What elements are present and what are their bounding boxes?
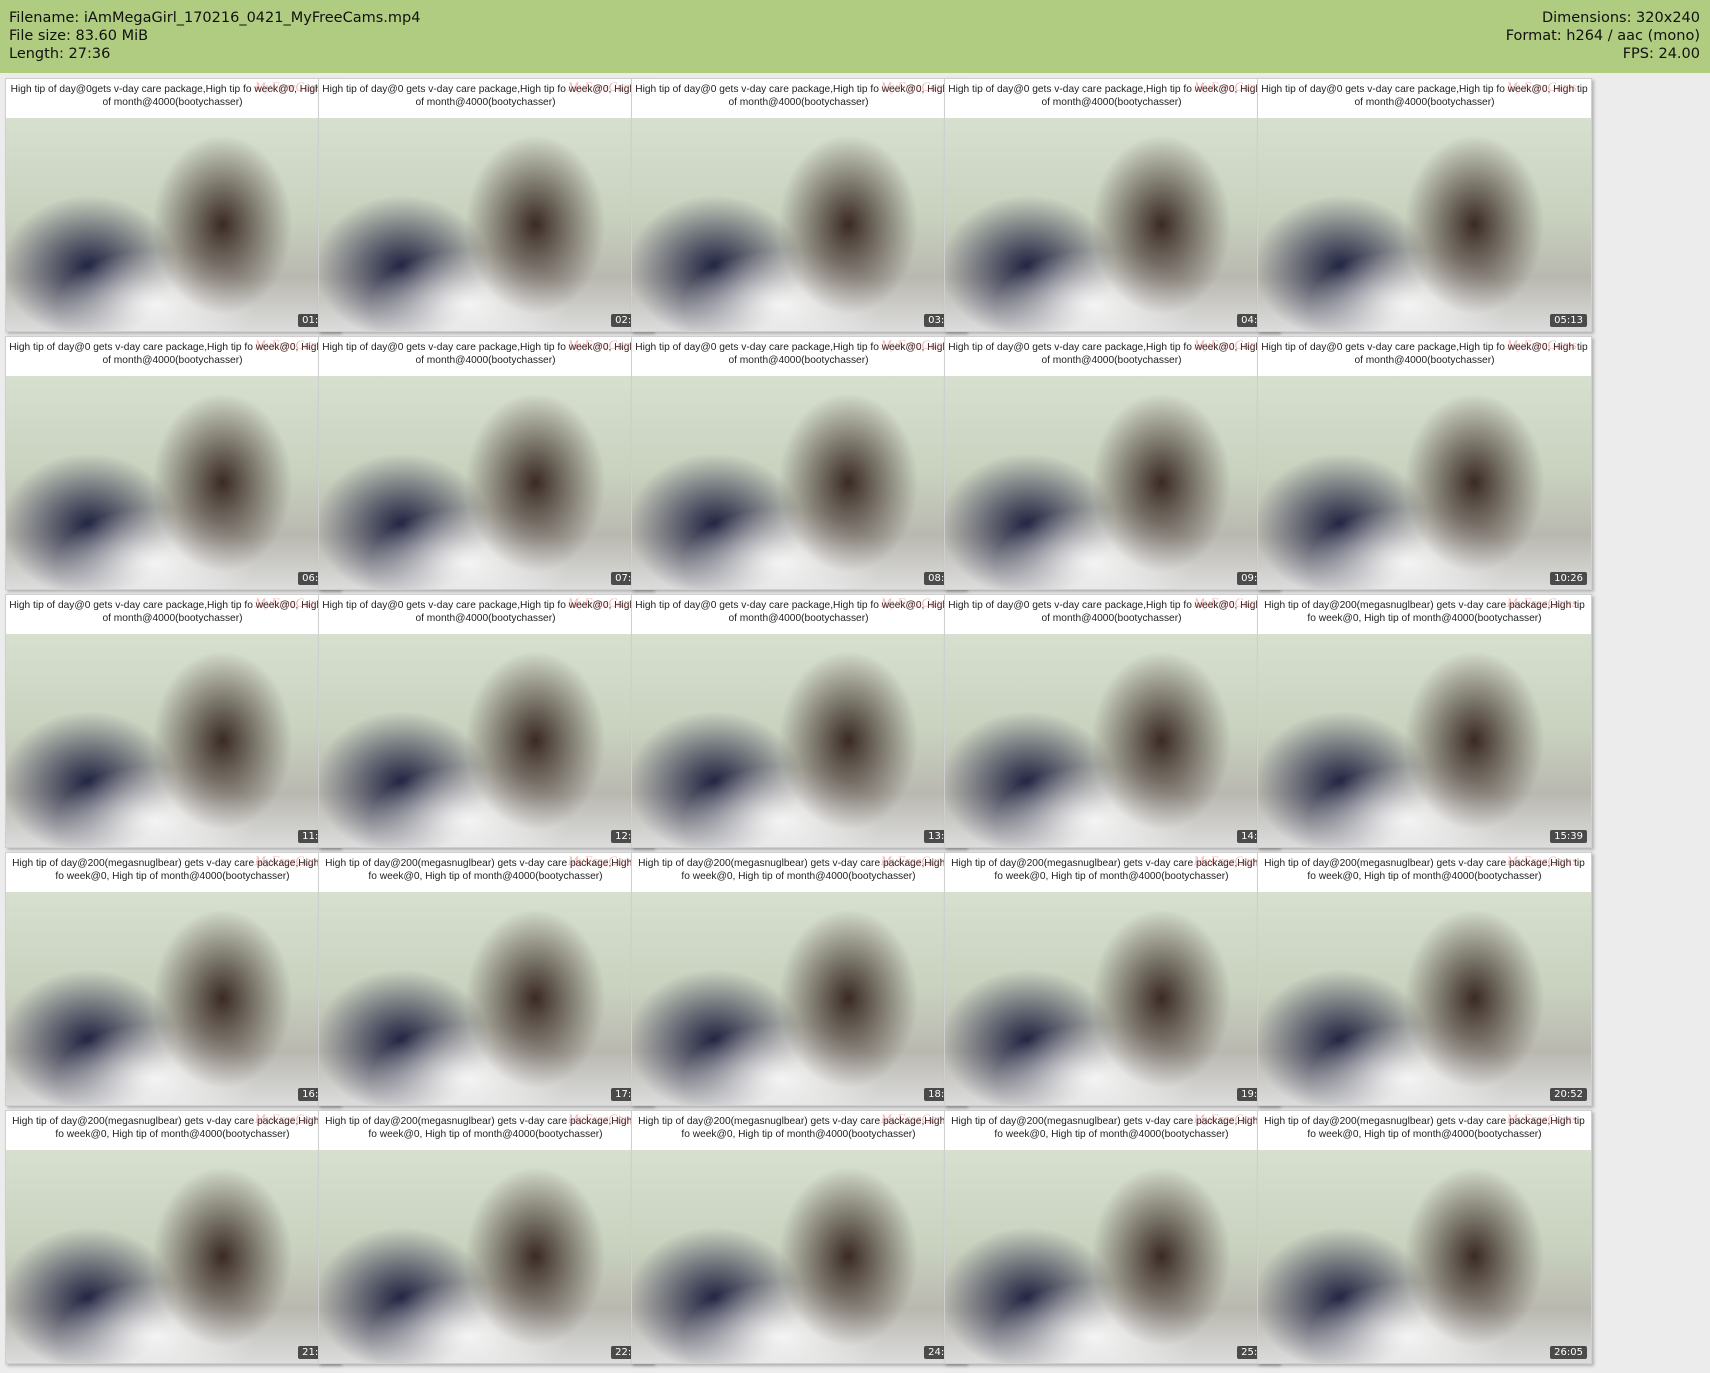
thumbnail-frame[interactable]: High tip of day@0 gets v-day care packag… — [1257, 78, 1592, 332]
watermark-logo: MyFreeCams — [1506, 79, 1577, 94]
watermark-logo: MyFreeCams — [254, 79, 325, 94]
watermark-logo: MyFreeCams — [254, 337, 325, 352]
video-frame-image — [6, 118, 339, 331]
video-frame-image — [632, 118, 965, 331]
video-frame-image — [319, 118, 652, 331]
watermark-logo: MyFreeCams — [567, 853, 638, 868]
watermark-logo: MyFreeCams — [880, 79, 951, 94]
thumbnail-frame[interactable]: High tip of day@0 gets v-day care packag… — [318, 336, 653, 590]
thumbnail-frame[interactable]: High tip of day@200(megasnuglbear) gets … — [631, 852, 966, 1106]
watermark-logo: MyFreeCams — [1193, 337, 1264, 352]
video-frame-image — [6, 634, 339, 847]
watermark-logo: MyFreeCams — [254, 595, 325, 610]
dimensions-text: Dimensions: 320x240 — [1541, 10, 1700, 26]
watermark-logo: MyFreeCams — [567, 1111, 638, 1126]
video-frame-image — [1258, 892, 1591, 1105]
thumbnail-frame[interactable]: High tip of day@200(megasnuglbear) gets … — [5, 852, 340, 1106]
thumbnail-frame[interactable]: High tip of day@0 gets v-day care packag… — [5, 594, 340, 848]
file-info-header: Filename: iAmMegaGirl_170216_0421_MyFree… — [0, 0, 1710, 73]
watermark-logo: MyFreeCams — [567, 595, 638, 610]
video-frame-image — [632, 634, 965, 847]
thumbnail-frame[interactable]: High tip of day@0 gets v-day care packag… — [1257, 336, 1592, 590]
thumbnail-frame[interactable]: High tip of day@200(megasnuglbear) gets … — [5, 1110, 340, 1364]
filename-text: Filename: iAmMegaGirl_170216_0421_MyFree… — [9, 10, 421, 26]
watermark-logo: MyFreeCams — [1506, 1111, 1577, 1126]
watermark-logo: MyFreeCams — [567, 337, 638, 352]
thumbnail-frame[interactable]: High tip of day@0 gets v-day care packag… — [944, 78, 1279, 332]
video-frame-image — [1258, 118, 1591, 331]
watermark-logo: MyFreeCams — [254, 1111, 325, 1126]
thumbnail-frame[interactable]: High tip of day@0 gets v-day care packag… — [318, 78, 653, 332]
thumbnail-frame[interactable]: High tip of day@0gets v-day care package… — [5, 78, 340, 332]
watermark-logo: MyFreeCams — [1193, 853, 1264, 868]
file-info-left: Filename: iAmMegaGirl_170216_0421_MyFree… — [9, 9, 420, 63]
video-frame-image — [6, 376, 339, 589]
video-frame-image — [632, 376, 965, 589]
watermark-logo: MyFreeCams — [1506, 595, 1577, 610]
watermark-logo: MyFreeCams — [1193, 79, 1264, 94]
thumbnail-grid: High tip of day@0gets v-day care package… — [0, 73, 1710, 1373]
video-frame-image — [319, 1150, 652, 1363]
thumbnail-frame[interactable]: High tip of day@0 gets v-day care packag… — [944, 594, 1279, 848]
thumbnail-frame[interactable]: High tip of day@0 gets v-day care packag… — [5, 336, 340, 590]
video-frame-image — [1258, 634, 1591, 847]
timestamp-badge: 20:52 — [1550, 1088, 1587, 1101]
video-frame-image — [945, 1150, 1278, 1363]
filesize-text: File size: 83.60 MiB — [9, 28, 149, 44]
thumbnail-frame[interactable]: High tip of day@200(megasnuglbear) gets … — [1257, 594, 1592, 848]
timestamp-badge: 15:39 — [1550, 830, 1587, 843]
watermark-logo: MyFreeCams — [1193, 595, 1264, 610]
thumbnail-frame[interactable]: High tip of day@200(megasnuglbear) gets … — [1257, 1110, 1592, 1364]
video-frame-image — [945, 118, 1278, 331]
watermark-logo: MyFreeCams — [880, 337, 951, 352]
thumbnail-frame[interactable]: High tip of day@0 gets v-day care packag… — [944, 336, 1279, 590]
file-info-right: Dimensions: 320x240 Format: h264 / aac (… — [1506, 9, 1700, 63]
thumbnail-frame[interactable]: High tip of day@200(megasnuglbear) gets … — [631, 1110, 966, 1364]
video-frame-image — [6, 1150, 339, 1363]
video-frame-image — [6, 892, 339, 1105]
thumbnail-frame[interactable]: High tip of day@200(megasnuglbear) gets … — [318, 1110, 653, 1364]
watermark-logo: MyFreeCams — [880, 595, 951, 610]
fps-text: FPS: 24.00 — [1622, 46, 1700, 62]
thumbnail-frame[interactable]: High tip of day@0 gets v-day care packag… — [631, 336, 966, 590]
thumbnail-frame[interactable]: High tip of day@0 gets v-day care packag… — [631, 78, 966, 332]
watermark-logo: MyFreeCams — [880, 1111, 951, 1126]
timestamp-badge: 05:13 — [1550, 314, 1587, 327]
watermark-logo: MyFreeCams — [254, 853, 325, 868]
thumbnail-frame[interactable]: High tip of day@200(megasnuglbear) gets … — [944, 852, 1279, 1106]
watermark-logo: MyFreeCams — [1506, 853, 1577, 868]
video-frame-image — [632, 892, 965, 1105]
thumbnail-frame[interactable]: High tip of day@200(megasnuglbear) gets … — [318, 852, 653, 1106]
video-frame-image — [319, 376, 652, 589]
watermark-logo: MyFreeCams — [1193, 1111, 1264, 1126]
video-frame-image — [945, 376, 1278, 589]
video-frame-image — [945, 634, 1278, 847]
length-text: Length: 27:36 — [9, 46, 111, 62]
thumbnail-frame[interactable]: High tip of day@0 gets v-day care packag… — [631, 594, 966, 848]
watermark-logo: MyFreeCams — [567, 79, 638, 94]
thumbnail-frame[interactable]: High tip of day@200(megasnuglbear) gets … — [944, 1110, 1279, 1364]
video-frame-image — [1258, 376, 1591, 589]
thumbnail-frame[interactable]: High tip of day@0 gets v-day care packag… — [318, 594, 653, 848]
thumbnail-frame[interactable]: High tip of day@200(megasnuglbear) gets … — [1257, 852, 1592, 1106]
video-frame-image — [632, 1150, 965, 1363]
watermark-logo: MyFreeCams — [880, 853, 951, 868]
video-frame-image — [319, 634, 652, 847]
timestamp-badge: 10:26 — [1550, 572, 1587, 585]
watermark-logo: MyFreeCams — [1506, 337, 1577, 352]
format-text: Format: h264 / aac (mono) — [1505, 28, 1700, 44]
video-frame-image — [1258, 1150, 1591, 1363]
timestamp-badge: 26:05 — [1550, 1346, 1587, 1359]
video-frame-image — [945, 892, 1278, 1105]
video-frame-image — [319, 892, 652, 1105]
